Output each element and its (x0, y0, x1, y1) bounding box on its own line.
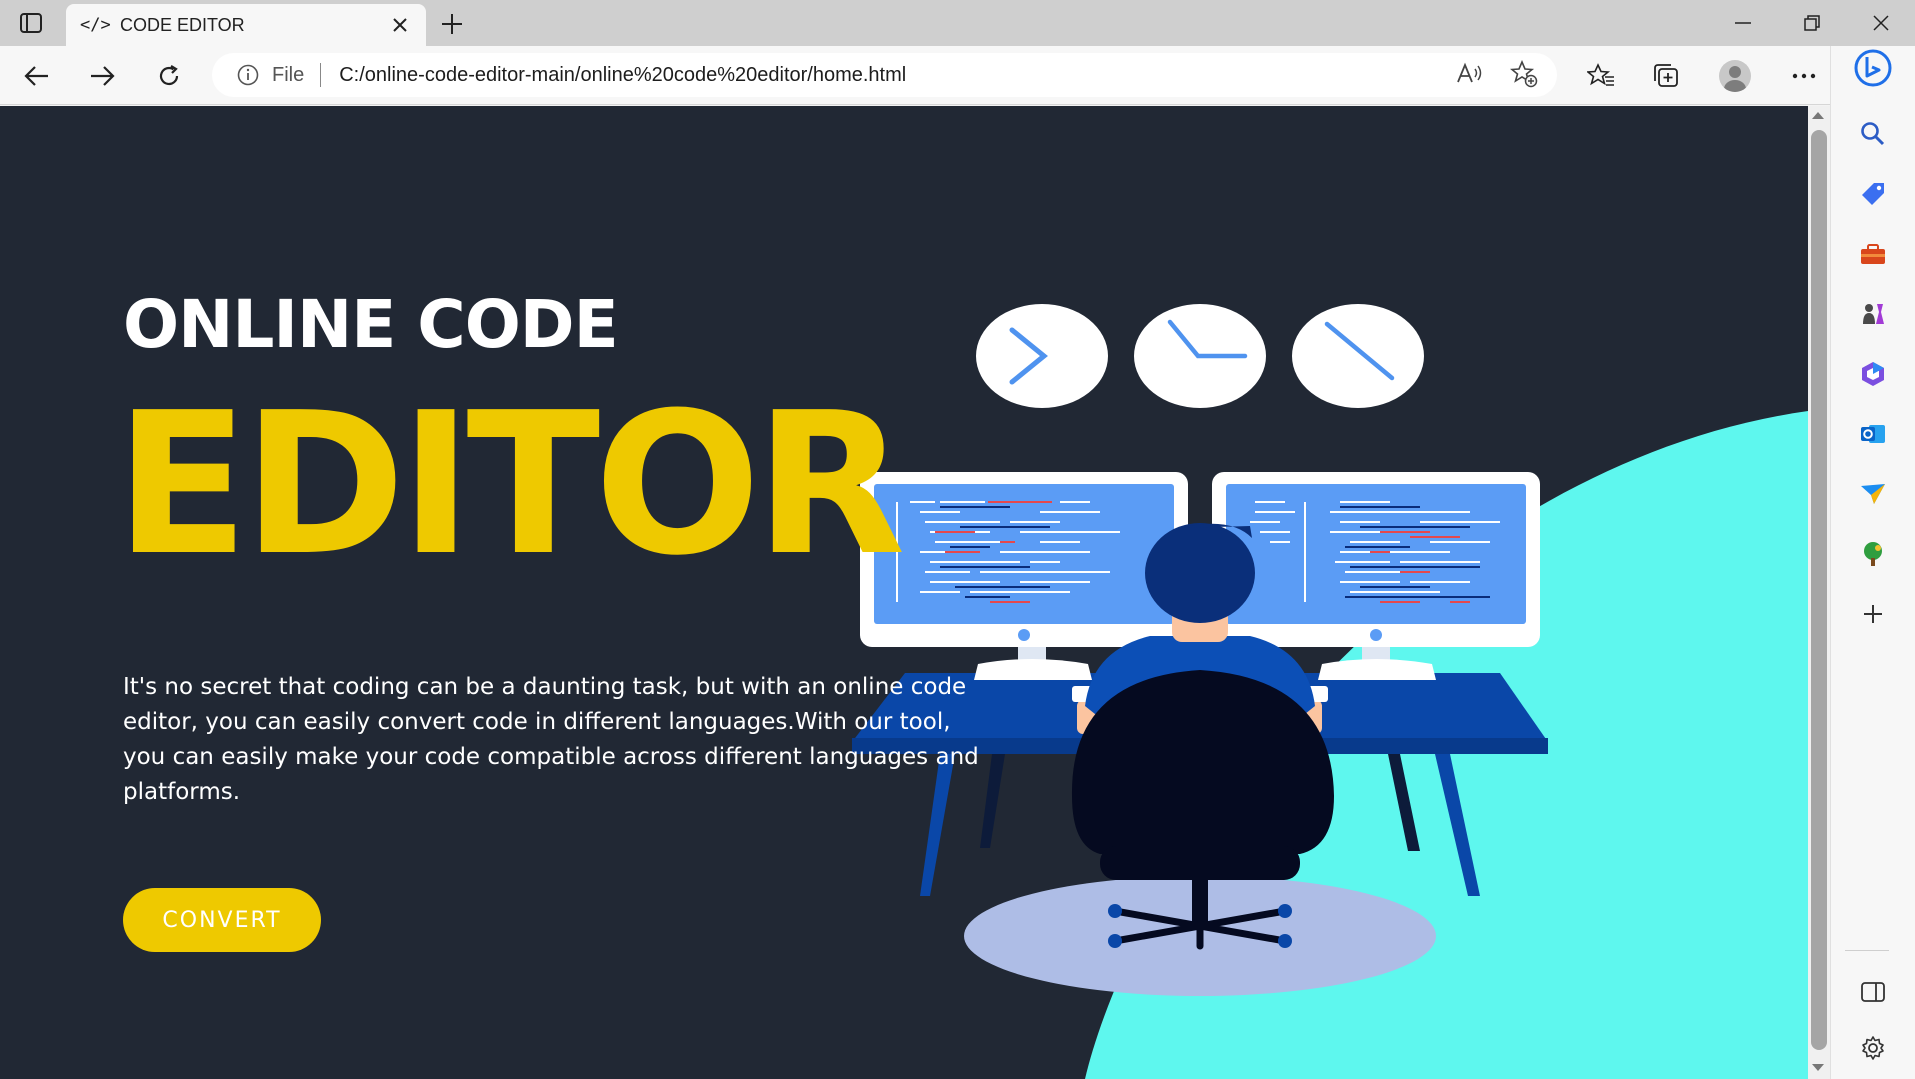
bing-copilot-button[interactable] (1853, 48, 1893, 88)
convert-button[interactable]: CONVERT (123, 888, 321, 952)
edge-sidebar (1830, 46, 1915, 1079)
sidebar-divider (1845, 950, 1889, 951)
page-scrollbar[interactable] (1808, 106, 1830, 1079)
settings-more-button[interactable] (1784, 56, 1824, 96)
browser-toolbar: File C:/online-code-editor-main/online%2… (0, 46, 1915, 105)
tab-title: CODE EDITOR (120, 14, 245, 35)
address-url[interactable]: C:/online-code-editor-main/online%20code… (339, 64, 1557, 87)
favorites-button[interactable] (1581, 56, 1621, 96)
collections-button[interactable] (1646, 56, 1686, 96)
hero-title-highlight: EDITOR (115, 371, 906, 599)
scroll-down-arrow-icon[interactable] (1812, 1064, 1824, 1071)
cyan-wave-shape (1085, 411, 1808, 1079)
split-screen-icon (1861, 982, 1885, 1002)
minimize-icon (1735, 22, 1751, 24)
profile-button[interactable] (1715, 56, 1755, 96)
sidebar-office-button[interactable] (1853, 354, 1893, 394)
search-icon (1861, 122, 1885, 146)
chevron-bubble-icon (976, 304, 1108, 408)
restore-button[interactable] (1784, 6, 1840, 40)
add-icon (1864, 605, 1882, 623)
refresh-button[interactable] (149, 56, 189, 96)
clock-bubble-icon (1134, 304, 1266, 408)
sidebar-add-button[interactable] (1853, 594, 1893, 634)
browser-tab-active[interactable]: </> CODE EDITOR (66, 4, 426, 46)
address-separator (320, 63, 322, 87)
tag-icon (1862, 183, 1884, 205)
sidebar-tree-button[interactable] (1853, 534, 1893, 574)
avatar (1719, 60, 1751, 92)
sidebar-settings-button[interactable] (1853, 1028, 1893, 1068)
sidebar-split-screen-button[interactable] (1853, 972, 1893, 1012)
read-aloud-button[interactable] (1452, 56, 1488, 92)
collections-icon (1654, 64, 1678, 87)
info-icon[interactable] (236, 63, 260, 87)
games-icon (1863, 304, 1884, 324)
scrollbar-thumb[interactable] (1811, 130, 1827, 1050)
refresh-icon (159, 65, 179, 86)
restore-icon (1804, 15, 1820, 31)
sidebar-shopping-button[interactable] (1853, 174, 1893, 214)
arrow-right-icon (91, 66, 115, 86)
sidebar-outlook-button[interactable] (1853, 414, 1893, 454)
add-favorite-button[interactable] (1506, 56, 1542, 92)
outlook-icon (1861, 425, 1885, 443)
close-window-button[interactable] (1853, 6, 1909, 40)
tree-icon (1864, 542, 1882, 566)
code-icon: </> (80, 15, 111, 35)
star-add-icon (1510, 60, 1538, 88)
more-icon (1792, 73, 1816, 79)
back-button[interactable] (17, 56, 57, 96)
tab-actions-button[interactable] (10, 9, 52, 37)
toolbox-icon (1861, 244, 1885, 264)
tab-close-button[interactable] (388, 13, 412, 37)
page-viewport: ONLINE CODE EDITOR It's no secret that c… (0, 106, 1808, 1079)
sidebar-search-button[interactable] (1853, 114, 1893, 154)
send-icon (1861, 484, 1885, 504)
browser-title-bar: </> CODE EDITOR (0, 0, 1915, 46)
hero-title: ONLINE CODE (123, 286, 619, 363)
favorites-icon (1587, 63, 1614, 86)
sidebar-games-button[interactable] (1853, 294, 1893, 334)
slash-bubble-icon (1292, 304, 1424, 408)
sidebar-send-button[interactable] (1853, 474, 1893, 514)
hero-description: It's no secret that coding can be a daun… (123, 674, 979, 805)
arrow-left-icon (24, 66, 48, 86)
office-chair-shape (1071, 670, 1334, 950)
floor-mat-shape (964, 876, 1436, 996)
read-aloud-icon (1457, 62, 1482, 83)
scroll-up-arrow-icon[interactable] (1812, 112, 1824, 119)
new-tab-button[interactable] (436, 8, 468, 40)
address-bar[interactable]: File C:/online-code-editor-main/online%2… (212, 53, 1557, 97)
right-monitor-shape (1212, 472, 1540, 680)
settings-icon (1862, 1036, 1884, 1060)
address-scheme-label: File (272, 63, 305, 86)
developer-figure-shape (1072, 523, 1328, 734)
close-icon (393, 18, 407, 32)
plus-icon (442, 14, 462, 34)
office-icon (1862, 362, 1884, 386)
forward-button[interactable] (82, 56, 122, 96)
hero-section: ONLINE CODE EDITOR It's no secret that c… (115, 106, 983, 1079)
minimize-button[interactable] (1715, 6, 1771, 40)
tab-actions-icon (20, 13, 42, 33)
sidebar-tools-button[interactable] (1853, 234, 1893, 274)
bing-icon (1854, 49, 1892, 87)
close-icon (1873, 15, 1889, 31)
